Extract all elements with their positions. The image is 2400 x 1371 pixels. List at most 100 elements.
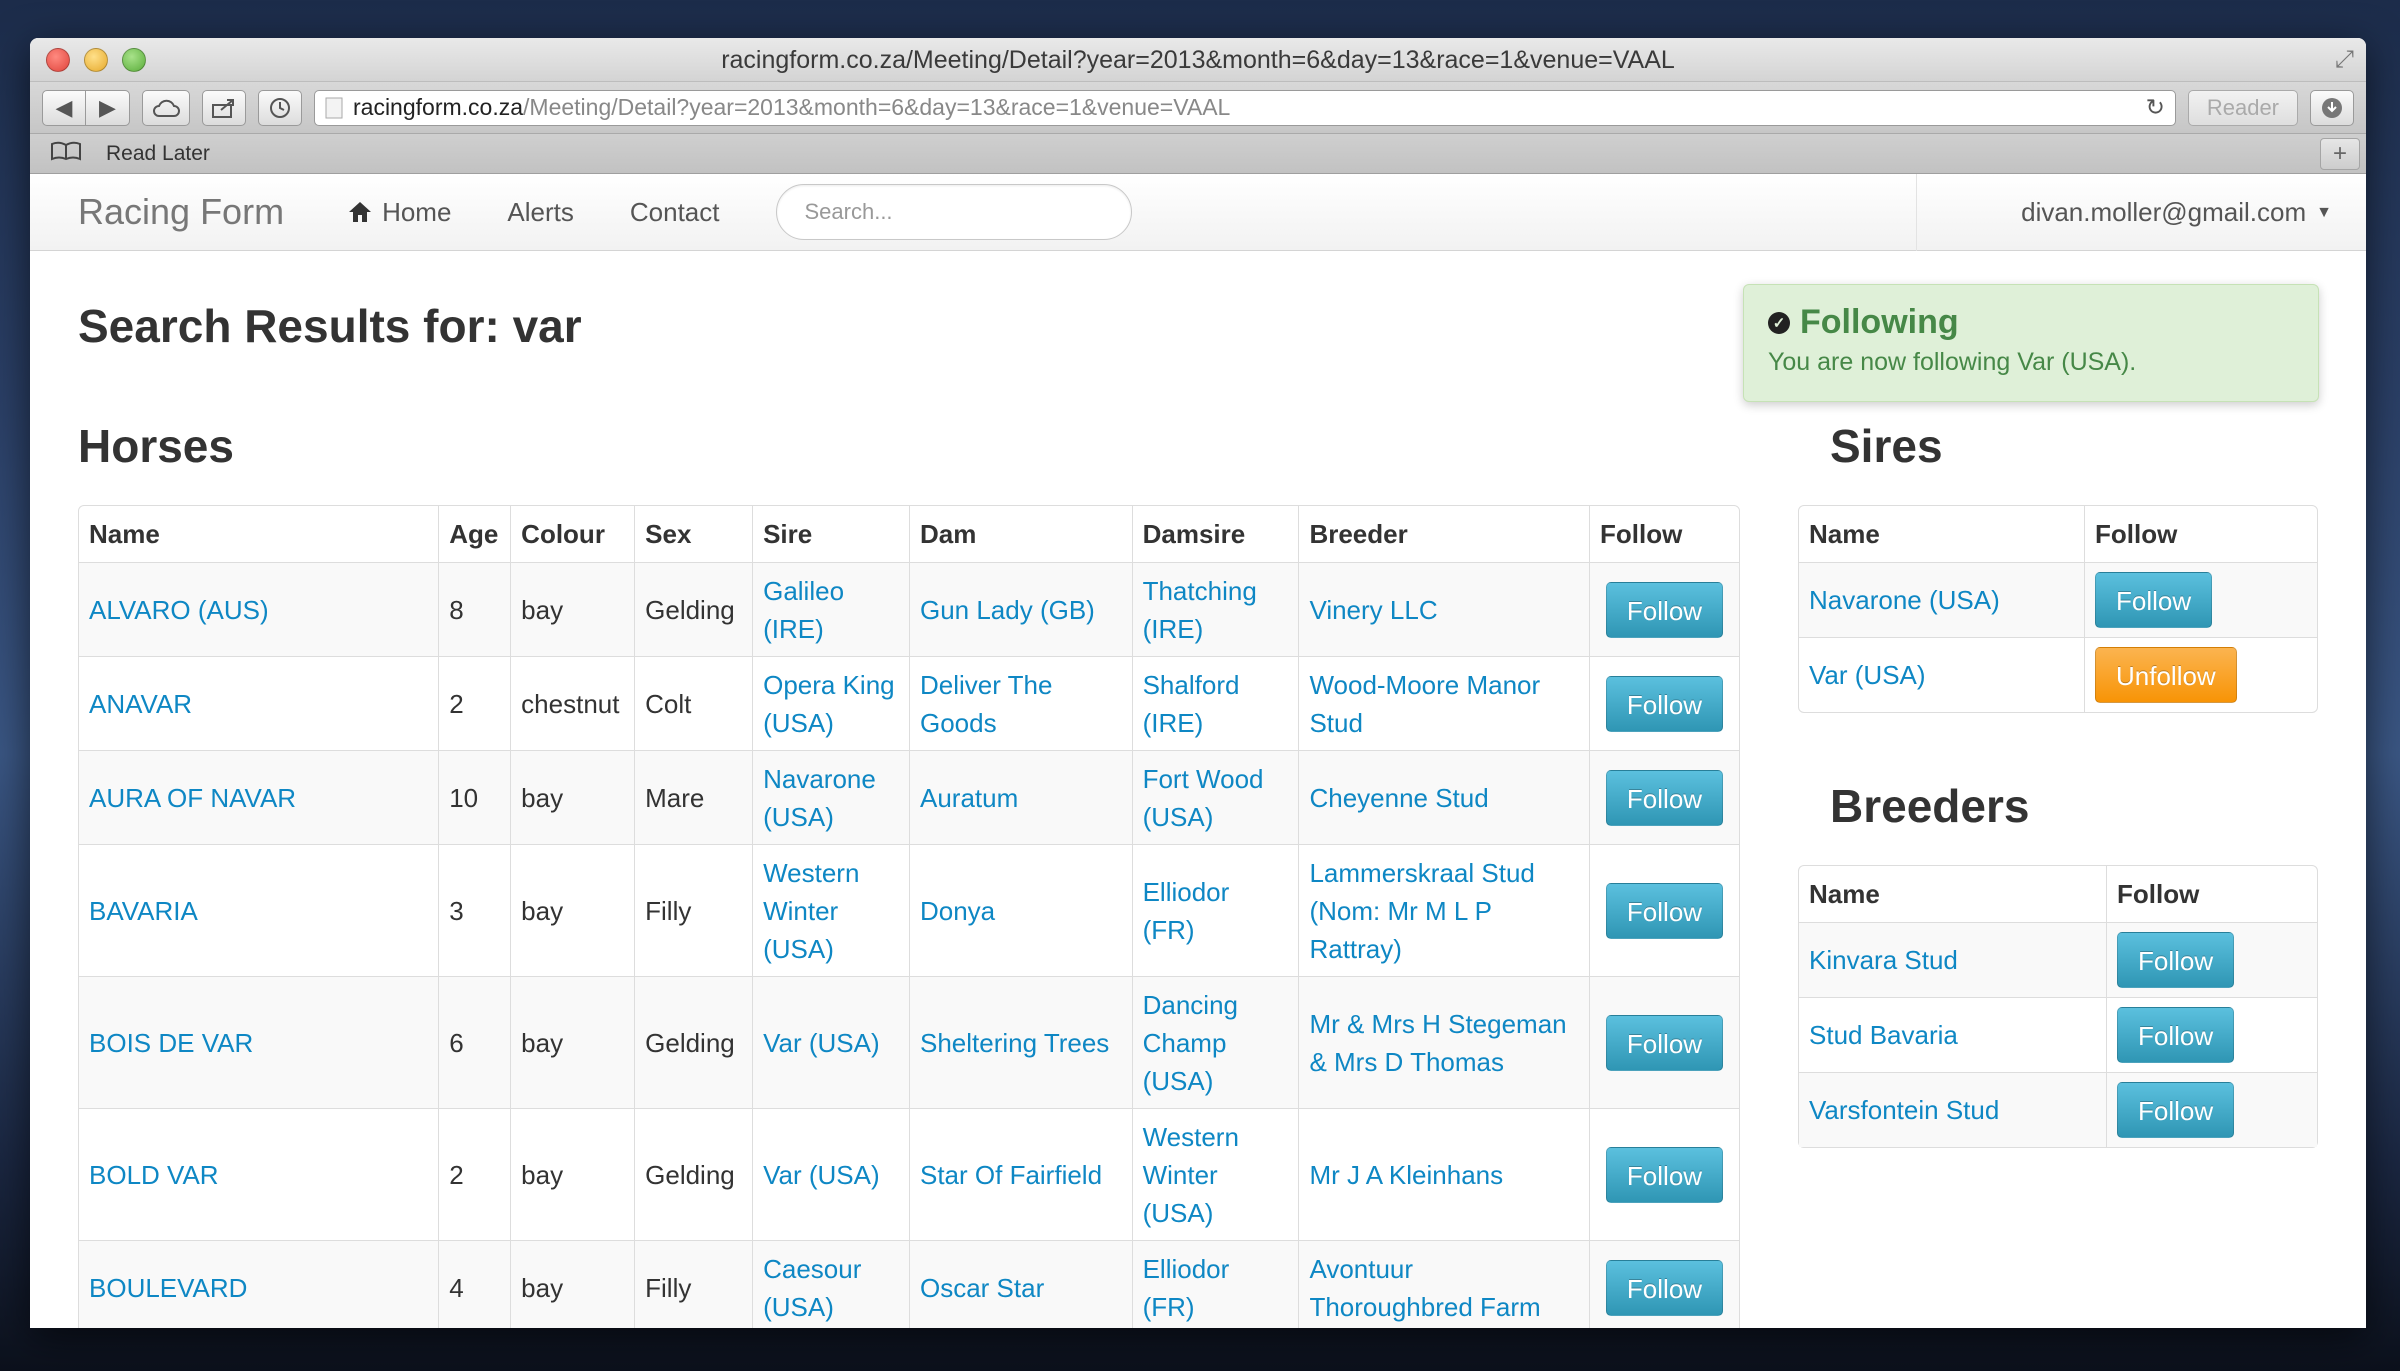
search-input[interactable] xyxy=(775,184,1132,240)
follow-button[interactable]: Follow xyxy=(1605,675,1724,732)
breeders-col-follow: Follow xyxy=(2106,866,2317,922)
horse-sire-cell: Navarone (USA) xyxy=(752,750,909,844)
horse-age-cell: 2 xyxy=(438,1108,511,1240)
horse-name-link[interactable]: AURA OF NAVAR xyxy=(89,783,296,813)
horse-name-cell: BAVARIA xyxy=(79,844,439,976)
table-row: ALVARO (AUS) 8 bay Gelding Galileo (IRE) Gun … xyxy=(79,562,1739,656)
sire-name-link[interactable]: Var (USA) xyxy=(1809,660,1926,690)
horse-name-cell: ALVARO (AUS) xyxy=(79,562,439,656)
horse-dam-link[interactable]: Oscar Star xyxy=(920,1273,1044,1303)
breeder-name-link[interactable]: Varsfontein Stud xyxy=(1809,1095,1999,1125)
horse-sire-link[interactable]: Var (USA) xyxy=(763,1028,880,1058)
new-tab-button[interactable]: + xyxy=(2320,138,2360,170)
horse-name-link[interactable]: ANAVAR xyxy=(89,689,192,719)
horse-colour-cell: bay xyxy=(510,562,635,656)
horse-sire-link[interactable]: Western Winter (USA) xyxy=(763,858,859,964)
horse-dam-link[interactable]: Gun Lady (GB) xyxy=(920,595,1095,625)
horse-follow-cell: Follow xyxy=(1588,656,1739,750)
horse-name-link[interactable]: BOULEVARD xyxy=(89,1273,247,1303)
horse-damsire-link[interactable]: Dancing Champ (USA) xyxy=(1143,990,1238,1096)
col-follow: Follow xyxy=(1588,506,1739,562)
follow-button[interactable]: Follow xyxy=(2117,1082,2235,1138)
follow-button[interactable]: Follow xyxy=(2117,1007,2235,1063)
title-bar: racingform.co.za/Meeting/Detail?year=201… xyxy=(30,38,2366,82)
site-brand[interactable]: Racing Form xyxy=(78,191,284,233)
horse-damsire-link[interactable]: Fort Wood (USA) xyxy=(1143,764,1264,832)
horse-sire-link[interactable]: Navarone (USA) xyxy=(763,764,876,832)
downloads-button[interactable] xyxy=(2310,89,2354,126)
nav-contact[interactable]: Contact xyxy=(630,197,720,228)
horse-dam-link[interactable]: Auratum xyxy=(920,783,1018,813)
breeder-name-link[interactable]: Stud Bavaria xyxy=(1809,1020,1958,1050)
horse-breeder-cell: Mr & Mrs H Stegeman & Mrs D Thomas xyxy=(1298,976,1589,1108)
horse-dam-link[interactable]: Sheltering Trees xyxy=(920,1028,1109,1058)
back-button[interactable]: ◀ xyxy=(42,89,86,126)
horse-dam-cell: Sheltering Trees xyxy=(908,976,1132,1108)
sire-follow-cell: Follow xyxy=(2084,562,2317,637)
icloud-button[interactable] xyxy=(142,89,190,126)
history-icon xyxy=(270,97,290,118)
follow-button[interactable]: Follow xyxy=(1605,882,1724,939)
horse-breeder-link[interactable]: Cheyenne Stud xyxy=(1309,783,1488,813)
horse-breeder-link[interactable]: Lammerskraal Stud (Nom: Mr M L P Rattray… xyxy=(1309,858,1534,964)
forward-arrow-icon: ▶ xyxy=(99,94,116,120)
user-menu[interactable]: divan.moller@gmail.com ▼ xyxy=(1916,174,2366,251)
horse-sire-link[interactable]: Galileo (IRE) xyxy=(763,576,844,644)
follow-button[interactable]: Follow xyxy=(1605,1146,1724,1203)
horse-dam-link[interactable]: Donya xyxy=(920,896,995,926)
horse-sire-link[interactable]: Var (USA) xyxy=(763,1160,880,1190)
horse-dam-link[interactable]: Deliver The Goods xyxy=(920,670,1052,738)
horse-sire-link[interactable]: Caesour (USA) xyxy=(763,1254,861,1322)
horse-breeder-link[interactable]: Wood-Moore Manor Stud xyxy=(1309,670,1540,738)
read-later-link[interactable]: Read Later xyxy=(106,142,210,166)
page-icon xyxy=(325,97,343,118)
fullscreen-icon[interactable]: ⤢ xyxy=(2335,46,2354,74)
horse-dam-cell: Auratum xyxy=(908,750,1132,844)
horse-sex-cell: Gelding xyxy=(634,976,753,1108)
breeders-col-name: Name xyxy=(1809,879,1880,909)
horse-breeder-cell: Vinery LLC xyxy=(1298,562,1589,656)
sires-col-name: Name xyxy=(1809,519,1880,549)
horse-breeder-link[interactable]: Mr & Mrs H Stegeman & Mrs D Thomas xyxy=(1309,1009,1566,1077)
horse-sire-link[interactable]: Opera King (USA) xyxy=(763,670,895,738)
sires-table: Name Follow Navarone (USA) Follow Var (USA… xyxy=(1798,505,2318,713)
horse-dam-cell: Gun Lady (GB) xyxy=(908,562,1132,656)
horse-follow-cell: Follow xyxy=(1588,1240,1739,1328)
nav-alerts[interactable]: Alerts xyxy=(507,197,573,228)
horse-name-link[interactable]: BOLD VAR xyxy=(89,1160,219,1190)
follow-button[interactable]: Follow xyxy=(1605,769,1724,826)
reload-icon[interactable]: ↻ xyxy=(2146,94,2165,121)
reader-button[interactable]: Reader xyxy=(2187,89,2298,126)
sire-name-link[interactable]: Navarone (USA) xyxy=(1809,585,2000,615)
horse-breeder-link[interactable]: Vinery LLC xyxy=(1309,595,1437,625)
follow-button[interactable]: Follow xyxy=(1605,581,1724,638)
follow-button[interactable]: Follow xyxy=(2095,572,2213,628)
horse-damsire-link[interactable]: Western Winter (USA) xyxy=(1143,1122,1239,1228)
horse-name-link[interactable]: BAVARIA xyxy=(89,896,198,926)
forward-button[interactable]: ▶ xyxy=(86,89,130,126)
horse-sex-cell: Filly xyxy=(634,844,753,976)
follow-button[interactable]: Follow xyxy=(1605,1014,1724,1071)
breeder-name-link[interactable]: Kinvara Stud xyxy=(1809,945,1958,975)
unfollow-button[interactable]: Unfollow xyxy=(2095,647,2237,703)
book-icon[interactable] xyxy=(50,141,82,167)
address-bar[interactable]: racingform.co.za/Meeting/Detail?year=201… xyxy=(314,89,2176,126)
horse-damsire-link[interactable]: Shalford (IRE) xyxy=(1143,670,1240,738)
share-button[interactable] xyxy=(202,89,246,126)
horse-dam-link[interactable]: Star Of Fairfield xyxy=(920,1160,1102,1190)
horse-name-link[interactable]: BOIS DE VAR xyxy=(89,1028,253,1058)
history-button[interactable] xyxy=(258,89,302,126)
follow-button[interactable]: Follow xyxy=(2117,932,2235,988)
horse-damsire-link[interactable]: Elliodor (FR) xyxy=(1143,877,1230,945)
follow-button[interactable]: Follow xyxy=(1605,1259,1724,1316)
horse-damsire-link[interactable]: Elliodor (FR) xyxy=(1143,1254,1230,1322)
horse-breeder-link[interactable]: Mr J A Kleinhans xyxy=(1309,1160,1503,1190)
nav-home[interactable]: Home xyxy=(348,197,451,228)
horse-breeder-link[interactable]: Avontuur Thoroughbred Farm xyxy=(1309,1254,1540,1322)
horse-sire-cell: Western Winter (USA) xyxy=(752,844,909,976)
nav-button-group: ◀ ▶ xyxy=(42,89,130,126)
breeder-name-cell: Kinvara Stud xyxy=(1799,922,2106,997)
horse-damsire-link[interactable]: Thatching (IRE) xyxy=(1143,576,1257,644)
horse-name-link[interactable]: ALVARO (AUS) xyxy=(89,595,269,625)
horse-damsire-cell: Western Winter (USA) xyxy=(1131,1108,1299,1240)
